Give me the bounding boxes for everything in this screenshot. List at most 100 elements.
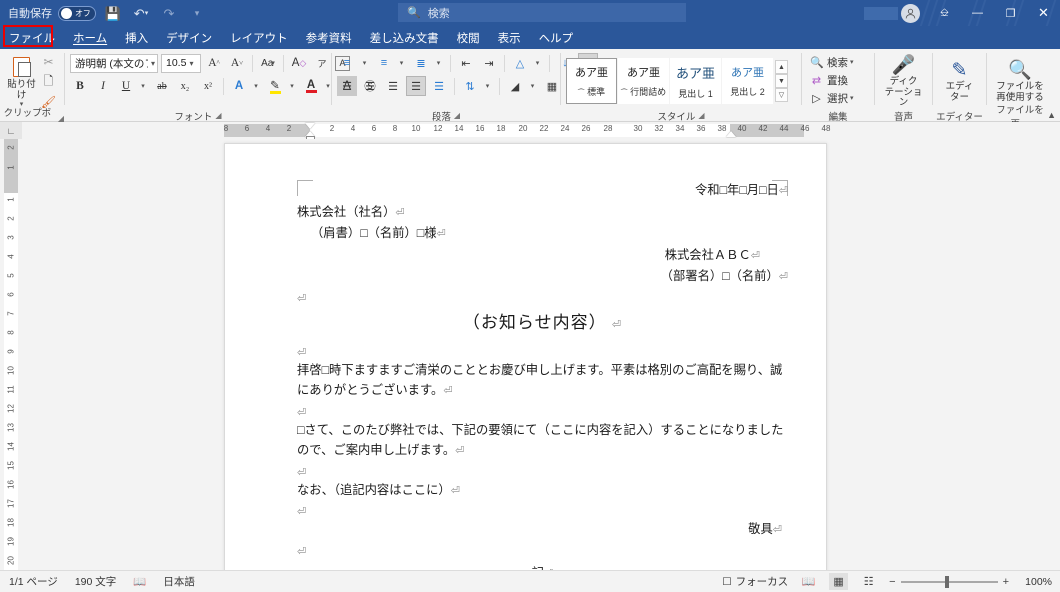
text-highlight-icon[interactable]: ✎ (265, 76, 285, 96)
word-count[interactable]: 190 文字 (75, 574, 116, 589)
bullet-list-icon[interactable]: ≡ (337, 53, 357, 73)
autosave-toggle[interactable]: オフ (58, 5, 96, 21)
styles-more-icon[interactable]: ▽ (775, 88, 788, 102)
tab-layout[interactable]: レイアウト (221, 26, 297, 49)
shrink-font-icon[interactable]: A ˅ (227, 53, 247, 73)
web-layout-icon[interactable]: ☷ (859, 573, 878, 590)
horizontal-ruler[interactable]: ∟ 8 6 4 2 2 4 6 8 10 12 14 16 18 20 22 2… (0, 122, 1060, 139)
qat-customize-icon[interactable]: ▾ (186, 3, 208, 23)
chevron-down-icon[interactable]: ▾ (850, 58, 854, 66)
collapse-ribbon-icon[interactable]: ▲ (1047, 110, 1056, 120)
text-effects-icon[interactable]: A (229, 76, 249, 96)
shading-dropdown-icon[interactable]: ▾ (528, 76, 539, 96)
dictate-button[interactable]: 🎤 ディク テーション (880, 54, 927, 109)
tab-insert[interactable]: 挿入 (116, 26, 157, 49)
page-info[interactable]: 1/1 ページ (9, 574, 58, 589)
styles-dialog-launcher[interactable]: ◢ (698, 111, 704, 120)
style-heading-2[interactable]: あア亜 見出し 2 (722, 58, 773, 104)
underline-dropdown-icon[interactable]: ▾ (139, 76, 149, 96)
vertical-scrollbar[interactable] (1051, 139, 1060, 570)
zoom-slider[interactable]: − + (889, 575, 1009, 588)
decrease-indent-icon[interactable]: ⇤ (456, 53, 476, 73)
focus-button[interactable]: ☐ フォーカス (722, 574, 788, 589)
style-heading-1[interactable]: あア亜 見出し 1 (670, 58, 721, 104)
first-line-indent-marker[interactable] (305, 123, 315, 129)
strikethrough-icon[interactable]: ab (152, 76, 172, 96)
document-canvas[interactable]: 令和□年□月□日⏎ 株式会社（社名）⏎ （肩書）□（名前）□様⏎ 株式会社ＡＢＣ… (22, 139, 1052, 570)
tab-view[interactable]: 表示 (489, 26, 530, 49)
clear-formatting-icon[interactable]: A ◇ (289, 53, 309, 73)
paste-button[interactable]: 貼り付け ▾ (5, 52, 38, 109)
bold-icon[interactable]: B (70, 76, 90, 96)
redo-icon[interactable]: ↷ (158, 3, 180, 23)
multilevel-list-icon[interactable]: ≣ (411, 53, 431, 73)
text-effects-dropdown-icon[interactable]: ▾ (252, 76, 262, 96)
chevron-down-icon[interactable]: ▾ (850, 94, 854, 102)
style-no-spacing[interactable]: あア亜 ⏜ 行間詰め (618, 58, 669, 104)
numbered-list-dropdown-icon[interactable]: ▾ (397, 53, 408, 73)
restore-button[interactable]: ❐ (994, 0, 1027, 26)
zoom-in-button[interactable]: + (1003, 576, 1009, 588)
copy-icon[interactable]: 🗋 (38, 72, 59, 92)
language-label[interactable]: 日本語 (163, 574, 195, 589)
align-center-icon[interactable]: ☰ (360, 76, 380, 96)
undo-icon[interactable]: ↶ ▾ (130, 3, 152, 23)
style-normal[interactable]: あア亜 ⏜ 標準 (566, 58, 617, 104)
find-button[interactable]: 🔍 検索 ▾ (807, 54, 857, 71)
font-size-combo[interactable]: 10.5 ▾ (161, 53, 201, 73)
zoom-knob[interactable] (944, 575, 949, 588)
editor-button[interactable]: ✎ エディ ター (938, 59, 981, 103)
avatar[interactable] (901, 3, 920, 23)
tab-review[interactable]: 校閲 (448, 26, 489, 49)
reuse-files-button[interactable]: 🔍 ファイルを 再使用する (992, 59, 1048, 103)
japanese-sort-dropdown-icon[interactable]: ▾ (533, 53, 544, 73)
vertical-ruler[interactable]: 2 1 1 2 3 4 5 6 7 8 9 10 11 12 13 14 15 … (0, 139, 22, 570)
minimize-button[interactable]: — (961, 0, 994, 26)
italic-icon[interactable]: I (93, 76, 113, 96)
font-name-combo[interactable]: 游明朝 (本文のフ ▾ (70, 53, 158, 73)
tab-help[interactable]: ヘルプ (530, 26, 583, 49)
close-button[interactable]: ✕ (1027, 0, 1060, 26)
zoom-track[interactable] (900, 575, 998, 588)
styles-scroll-up-icon[interactable]: ▲ (775, 60, 788, 74)
increase-indent-icon[interactable]: ⇥ (479, 53, 499, 73)
line-spacing-dropdown-icon[interactable]: ▾ (483, 76, 494, 96)
select-button[interactable]: ▷ 選択 ▾ (807, 90, 857, 107)
grow-font-icon[interactable]: A ^ (204, 53, 224, 73)
search-input[interactable]: 🔍 検索 (398, 3, 686, 22)
font-color-icon[interactable]: A (301, 76, 321, 96)
paragraph-dialog-launcher[interactable]: ◢ (454, 111, 460, 120)
scissors-icon[interactable]: ✂ (38, 52, 59, 72)
document-page[interactable]: 令和□年□月□日⏎ 株式会社（社名）⏎ （肩書）□（名前）□様⏎ 株式会社ＡＢＣ… (224, 143, 827, 570)
right-indent-marker[interactable] (726, 131, 736, 137)
shading-icon[interactable]: ◢ (505, 76, 525, 96)
highlight-dropdown-icon[interactable]: ▾ (288, 76, 298, 96)
save-icon[interactable]: 💾 (102, 3, 124, 23)
align-right-icon[interactable]: ☰ (383, 76, 403, 96)
tab-file[interactable]: ファイル (0, 26, 64, 49)
align-left-icon[interactable]: ☰ (337, 76, 357, 96)
zoom-level[interactable]: 100% (1020, 576, 1052, 588)
subscript-icon[interactable]: x₂ (175, 76, 195, 96)
tab-home[interactable]: ホーム (64, 26, 116, 49)
replace-button[interactable]: ⇄ 置換 (807, 72, 857, 89)
multilevel-list-dropdown-icon[interactable]: ▾ (434, 53, 445, 73)
styles-scroll-down-icon[interactable]: ▼ (775, 74, 788, 88)
change-case-icon[interactable]: Aa ▾ (258, 53, 278, 73)
ribbon-display-options-icon[interactable]: ⎒ (928, 0, 961, 26)
document-body[interactable]: 令和□年□月□日⏎ 株式会社（社名）⏎ （肩書）□（名前）□様⏎ 株式会社ＡＢＣ… (297, 180, 788, 570)
phonetic-guide-icon[interactable]: ア (312, 53, 332, 73)
tab-references[interactable]: 参考資料 (297, 26, 361, 49)
superscript-icon[interactable]: x² (198, 76, 218, 96)
justify-icon[interactable]: ☰ (406, 76, 426, 96)
tab-design[interactable]: デザイン (157, 26, 221, 49)
bullet-list-dropdown-icon[interactable]: ▾ (360, 53, 371, 73)
tab-mailings[interactable]: 差し込み文書 (361, 26, 448, 49)
print-layout-icon[interactable]: ▦ (829, 573, 849, 590)
read-mode-icon[interactable]: 📖 (799, 573, 818, 590)
proofing-icon[interactable]: 📖 (133, 575, 146, 588)
japanese-sort-icon[interactable]: △ (510, 53, 530, 73)
zoom-out-button[interactable]: − (889, 576, 895, 588)
underline-icon[interactable]: U (116, 76, 136, 96)
font-dialog-launcher[interactable]: ◢ (215, 111, 221, 120)
